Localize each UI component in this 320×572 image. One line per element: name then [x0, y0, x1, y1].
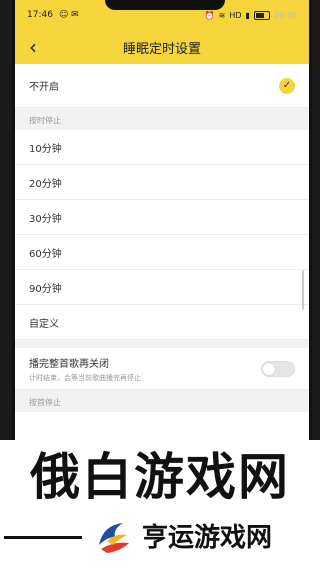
signal-icon: ▮: [245, 10, 250, 20]
wifi-icon: ≋: [218, 10, 226, 20]
dragon-logo-icon: [99, 523, 129, 553]
timer-option-custom[interactable]: 自定义: [15, 305, 309, 340]
section-title-timer: 按时停止: [15, 108, 309, 130]
finish-song-desc: 计时结束，会等当前歌曲播完再停止: [29, 373, 141, 382]
finish-song-toggle[interactable]: [261, 361, 295, 377]
timer-option-label: 30分钟: [29, 213, 62, 225]
timer-option[interactable]: 30分钟: [15, 200, 309, 235]
page-title: 睡眠定时设置: [122, 41, 201, 57]
settings-list: 不开启 ✓ 按时停止 10分钟 20分钟 30分钟 60分钟 90分钟 自定义 …: [15, 64, 309, 440]
timer-option-label: 90分钟: [29, 283, 62, 295]
timer-option-label: 60分钟: [29, 248, 62, 260]
watermark-divider: [4, 536, 82, 539]
watermark-text-top: 俄白游戏网: [30, 448, 290, 506]
app-bar: ‹ 睡眠定时设置: [15, 30, 309, 64]
status-time: 17:46: [27, 10, 53, 20]
camera-notch: [105, 0, 225, 10]
timer-option-label: 自定义: [29, 318, 59, 330]
song-option[interactable]: [15, 412, 309, 440]
back-arrow-icon[interactable]: ‹: [29, 35, 37, 59]
timer-option[interactable]: 20分钟: [15, 165, 309, 200]
finish-song-label: 播完整首歌再关闭: [29, 358, 109, 370]
checkmark-icon: ✓: [279, 77, 295, 94]
alarm-icon: ⏰: [204, 10, 215, 20]
notification-icons: ☺ ✉: [58, 10, 79, 20]
timer-option[interactable]: 60分钟: [15, 235, 309, 270]
scrollbar[interactable]: [302, 270, 304, 310]
watermark-text-bottom: 亨运游戏网: [142, 523, 273, 553]
finish-song-setting: 播完整首歌再关闭 计时结束，会等当前歌曲播完再停止: [15, 348, 309, 390]
timer-option-label: 20分钟: [29, 178, 62, 190]
battery-icon: [253, 10, 270, 20]
status-time-right: 16:30: [273, 10, 297, 20]
option-off-label: 不开启: [29, 82, 59, 93]
timer-option-label: 10分钟: [29, 143, 62, 155]
option-off[interactable]: 不开启 ✓: [15, 64, 309, 108]
toggle-knob: [263, 363, 275, 375]
spacer: [15, 340, 309, 348]
network-label: HD: [229, 10, 242, 20]
phone-screen: 17:46 ☺ ✉ ⏰ ≋ HD ▮ 16:30 ‹ 睡眠定时设置 不开启 ✓ …: [12, 0, 312, 440]
timer-option[interactable]: 90分钟: [15, 270, 309, 305]
section-title-song: 按首停止: [15, 390, 309, 412]
timer-option[interactable]: 10分钟: [15, 130, 309, 165]
